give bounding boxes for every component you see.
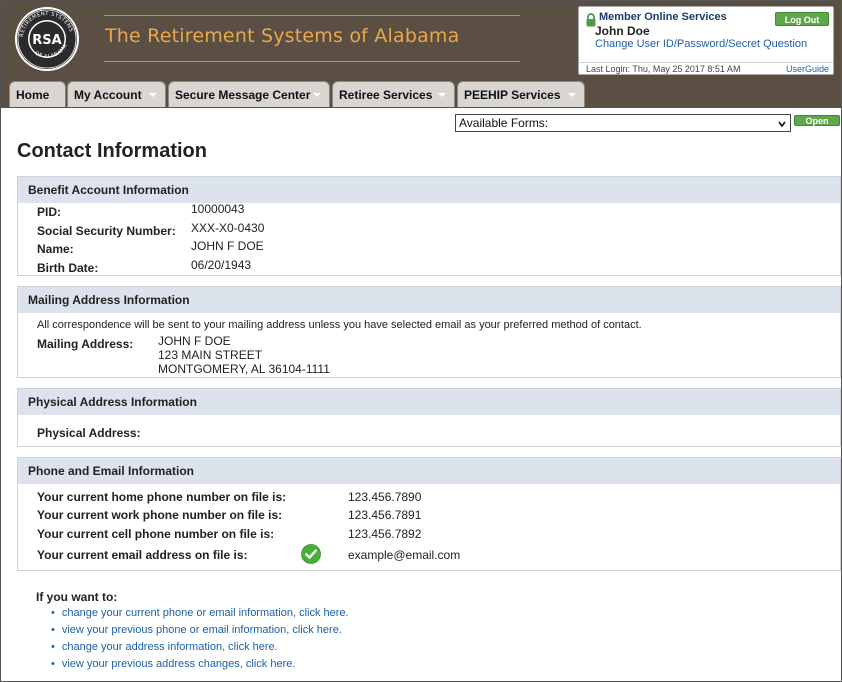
last-login-text: Last Login: Thu, May 25 2017 8:51 AM [586, 64, 741, 74]
benefit-account-heading: Benefit Account Information [18, 177, 840, 203]
name-label: Name: [37, 242, 74, 256]
userguide-link[interactable]: UserGuide [786, 64, 829, 74]
home-phone-label: Your current home phone number on file i… [37, 490, 287, 504]
member-services-title: Member Online Services [599, 11, 727, 23]
tab-home[interactable]: Home [9, 81, 66, 107]
available-forms-value: Available Forms: [459, 116, 549, 130]
tab-peehip-services[interactable]: PEEHIP Services [457, 81, 585, 107]
page-frame: RSA RETIREMENT SYSTEMS OF ALABAMA The Re… [0, 0, 842, 682]
change-credentials-link[interactable]: Change User ID/Password/Secret Question [595, 38, 807, 50]
physical-address-label: Physical Address: [37, 426, 141, 440]
mailing-address-heading: Mailing Address Information [18, 287, 840, 313]
bullet: • [51, 607, 55, 619]
chevron-down-icon [438, 93, 446, 97]
bullet: • [51, 624, 55, 636]
birth-date-value: 06/20/1943 [191, 258, 252, 272]
tab-retiree-services[interactable]: Retiree Services [332, 81, 455, 107]
rsa-logo[interactable]: RSA RETIREMENT SYSTEMS OF ALABAMA [13, 5, 81, 73]
pid-label: PID: [37, 205, 61, 219]
open-form-button[interactable]: Open [794, 115, 840, 126]
tab-secure-message-center-label: Secure Message Center [175, 88, 311, 102]
ssn-label: Social Security Number: [37, 224, 176, 238]
home-phone-value: 123.456.7890 [348, 490, 422, 504]
member-online-services-box: Member Online Services John Doe Change U… [578, 6, 834, 75]
link-text: change your address information, click h… [61, 641, 278, 653]
bullet: • [51, 641, 55, 653]
brand-title: The Retirement Systems of Alabama [105, 25, 460, 47]
mailing-address-line: JOHN F DOE [158, 334, 231, 348]
change-phone-email-link[interactable]: • change your current phone or email info… [51, 607, 349, 619]
chevron-down-icon [568, 93, 576, 97]
available-forms-select[interactable]: Available Forms: [455, 114, 791, 132]
email-label: Your current email address on file is: [37, 548, 248, 562]
view-previous-phone-email-link[interactable]: • view your previous phone or email infor… [51, 624, 342, 636]
view-previous-address-link[interactable]: • view your previous address changes, cli… [51, 658, 295, 670]
mailing-address-line: 123 MAIN STREET [158, 348, 263, 362]
bullet: • [51, 658, 55, 670]
tab-secure-message-center[interactable]: Secure Message Center [168, 81, 330, 107]
correspondence-note: All correspondence will be sent to your … [37, 319, 642, 331]
name-value: JOHN F DOE [191, 239, 264, 253]
brand-divider-top [104, 15, 520, 16]
link-text: view your previous address changes, clic… [61, 658, 296, 670]
birth-date-label: Birth Date: [37, 261, 99, 275]
verified-check-icon [301, 544, 321, 564]
tab-home-label: Home [16, 88, 50, 102]
benefit-account-section: Benefit Account Information PID: 1000004… [17, 176, 841, 276]
mailing-address-section: Mailing Address Information All correspo… [17, 286, 841, 378]
if-you-want-heading: If you want to: [36, 590, 118, 604]
page-title: Contact Information [17, 140, 207, 162]
phone-email-heading: Phone and Email Information [18, 458, 840, 484]
work-phone-label: Your current work phone number on file i… [37, 508, 283, 522]
tab-peehip-services-label: PEEHIP Services [464, 88, 561, 102]
cell-phone-value: 123.456.7892 [348, 527, 422, 541]
pid-value: 10000043 [191, 202, 245, 216]
logout-button[interactable]: Log Out [775, 12, 829, 26]
email-value: example@email.com [348, 548, 461, 562]
svg-text:RSA: RSA [32, 33, 61, 48]
site-header: RSA RETIREMENT SYSTEMS OF ALABAMA The Re… [1, 1, 841, 108]
chevron-down-icon [778, 121, 786, 128]
physical-address-heading: Physical Address Information [18, 389, 840, 415]
physical-address-section: Physical Address Information Physical Ad… [17, 388, 841, 447]
phone-email-section: Phone and Email Information Your current… [17, 457, 841, 571]
work-phone-value: 123.456.7891 [348, 508, 422, 522]
brand-divider-bottom [104, 61, 520, 62]
cell-phone-label: Your current cell phone number on file i… [37, 527, 275, 541]
tab-retiree-services-label: Retiree Services [339, 88, 433, 102]
tab-my-account-label: My Account [74, 88, 142, 102]
mailing-address-label: Mailing Address: [37, 337, 134, 351]
link-text: change your current phone or email infor… [61, 607, 349, 619]
member-name: John Doe [595, 24, 650, 38]
chevron-down-icon [149, 93, 157, 97]
main-nav: Home My Account Secure Message Center Re… [1, 81, 841, 108]
member-box-footer: Last Login: Thu, May 25 2017 8:51 AM Use… [579, 62, 833, 75]
mailing-address-line: MONTGOMERY, AL 36104-1111 [158, 362, 330, 376]
change-address-link[interactable]: • change your address information, click … [51, 641, 278, 653]
ssn-value: XXX-X0-0430 [191, 221, 265, 235]
link-text: view your previous phone or email inform… [61, 624, 342, 636]
chevron-down-icon [313, 93, 321, 97]
rsa-seal-icon: RSA RETIREMENT SYSTEMS OF ALABAMA [15, 7, 79, 71]
tab-my-account[interactable]: My Account [67, 81, 166, 107]
